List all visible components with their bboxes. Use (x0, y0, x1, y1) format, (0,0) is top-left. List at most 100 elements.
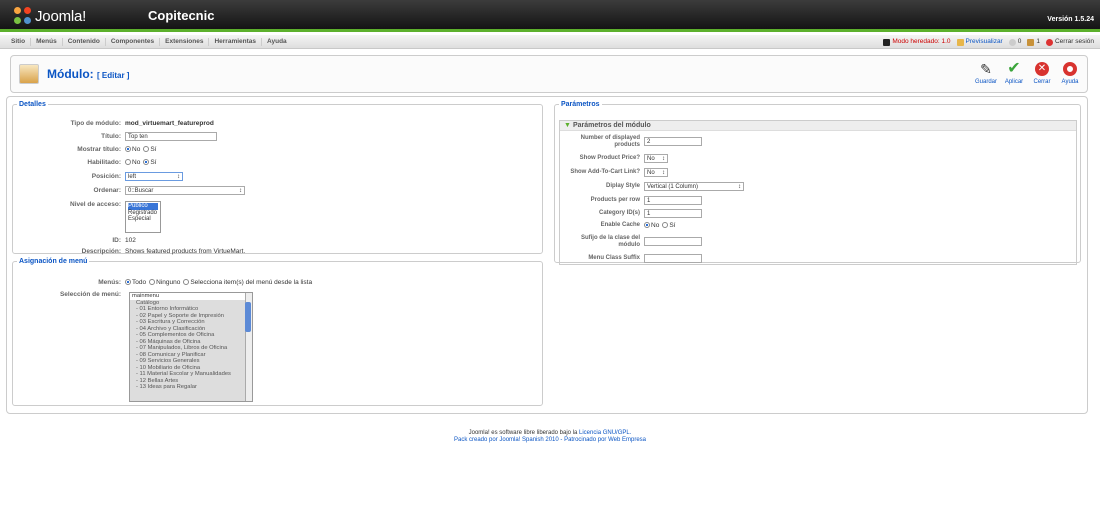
display-style-label: Diplay Style (605, 183, 640, 190)
page-subtitle: [ Editar ] (97, 71, 130, 80)
show-cart-select[interactable]: No (644, 168, 668, 177)
menus-all-radio[interactable] (125, 279, 131, 286)
parameters-fieldset: Parámetros ▼ Parámetros del módulo Number… (554, 101, 1081, 265)
module-icon (19, 64, 39, 84)
module-type-label: Tipo de módulo: (70, 120, 121, 127)
preview-icon (956, 38, 964, 46)
enable-cache-label: Enable Cache (600, 222, 640, 229)
save-icon: ✎ (980, 61, 992, 77)
menu-contenido[interactable]: Contenido (63, 38, 106, 46)
access-option[interactable]: Especial (128, 216, 158, 223)
cache-yes-radio[interactable] (662, 222, 669, 229)
menu-ayuda[interactable]: Ayuda (262, 38, 292, 46)
menu-herramientas[interactable]: Herramientas (209, 38, 263, 46)
category-ids-input[interactable]: 1 (644, 209, 702, 218)
collapse-arrow-icon: ▼ (564, 122, 571, 129)
show-price-select[interactable]: No (644, 154, 668, 163)
module-class-suffix-label: Sufijo de la clase del módulo (580, 235, 640, 248)
users-count[interactable]: 1 (1036, 38, 1040, 46)
apply-button[interactable]: ✔ Aplicar (1001, 60, 1027, 86)
menu-assignment-fieldset: Asignación de menú Menús: Todo Ninguno Sele… (12, 258, 543, 406)
module-type-value: mod_virtuemart_featureprod (125, 120, 214, 127)
page-title: Módulo: [ Editar ] (47, 67, 130, 81)
footer-license-text: Joomla! es software libre liberado bajo … (468, 430, 580, 436)
list-scrollbar[interactable] (245, 293, 252, 401)
close-button[interactable]: ✕ Cerrar (1029, 61, 1055, 85)
menu-menus[interactable]: Menús (31, 38, 63, 46)
menus-none-label: Ninguno (156, 279, 181, 286)
show-price-label: Show Product Price? (579, 155, 640, 162)
header: Joomla! Copitecnic Versión 1.5.24 (0, 0, 1100, 32)
legacy-mode-icon (883, 38, 891, 46)
lifebuoy-icon (1061, 61, 1079, 77)
description-label: Descripción: (81, 248, 121, 255)
footer: Joomla! es software libre liberado bajo … (0, 430, 1100, 444)
menus-none-radio[interactable] (149, 279, 156, 286)
cache-yes-label: Sí (669, 222, 676, 229)
products-per-row-label: Products per row (590, 197, 640, 204)
messages-count[interactable]: 0 (1018, 38, 1022, 46)
title-input[interactable]: Top ten (125, 132, 217, 141)
module-class-suffix-input[interactable] (644, 237, 702, 246)
details-fieldset: Detalles Tipo de módulo: mod_virtuemart_f… (12, 101, 543, 255)
title-toolbar: Módulo: [ Editar ] ✎ Guardar ✔ Aplicar ✕ Ce… (10, 55, 1088, 93)
menu-selection-label: Selección de menú: (59, 291, 121, 298)
title-label: Título: (101, 133, 121, 140)
position-select[interactable]: left (125, 172, 183, 181)
logout-link[interactable]: Cerrar sesión (1055, 38, 1094, 46)
preview-link[interactable]: Previsualizar (966, 38, 1003, 46)
joomla-wordmark: Joomla! (35, 7, 87, 25)
menus-all-label: Todo (132, 279, 147, 286)
logout-icon (1045, 38, 1053, 46)
close-icon: ✕ (1033, 61, 1051, 77)
cache-no-label: No (651, 222, 660, 229)
num-products-input[interactable]: 2 (644, 137, 702, 146)
order-select[interactable]: 0::Buscar (125, 186, 245, 195)
enabled-label: Habilitado: (87, 159, 121, 166)
menus-select-label: Selecciona item(s) del menú desde la lis… (190, 279, 313, 286)
enabled-no-radio[interactable] (125, 159, 131, 166)
menus-label: Menús: (98, 279, 121, 286)
messages-icon (1008, 38, 1016, 46)
legacy-mode-label: Modo heredado: 1.0 (892, 38, 951, 45)
order-label: Ordenar: (93, 187, 121, 194)
id-label: ID: (112, 237, 121, 244)
module-parameters-header[interactable]: ▼ Parámetros del módulo (560, 121, 1076, 131)
show-title-yes-label: Sí (150, 146, 157, 153)
list-item[interactable]: - 13 Ideas para Regalar (130, 384, 252, 391)
joomla-logo-icon (14, 7, 32, 25)
enabled-yes-label: Sí (150, 159, 157, 166)
access-option[interactable]: Registrado (128, 210, 158, 217)
menu-class-suffix-input[interactable] (644, 254, 702, 263)
enabled-no-label: No (132, 159, 141, 166)
show-cart-label: Show Add-To-Cart Link? (570, 169, 640, 176)
show-title-yes-radio[interactable] (143, 146, 150, 153)
access-option[interactable]: Público (128, 203, 158, 210)
menu-componentes[interactable]: Componentes (106, 38, 161, 46)
help-button[interactable]: Ayuda (1057, 61, 1083, 85)
show-title-no-radio[interactable] (125, 146, 131, 153)
menu-selection-list[interactable]: mainmenu Catálogo - 01 Entorno Informáti… (129, 292, 253, 402)
position-label: Posición: (91, 173, 121, 180)
show-title-no-label: No (132, 146, 141, 153)
checkmark-icon: ✔ (1007, 60, 1021, 77)
access-level-list[interactable]: Público Registrado Especial (125, 201, 161, 233)
menu-sitio[interactable]: Sitio (6, 38, 32, 46)
site-name: Copitecnic (148, 8, 215, 23)
description-value: Shows featured products from VirtueMart. (125, 248, 246, 255)
save-button[interactable]: ✎ Guardar (973, 61, 999, 85)
main-menu-bar: Sitio Menús Contenido Componentes Extens… (0, 35, 1100, 49)
footer-credits[interactable]: Pack creado por Joomla! Spanish 2010 - P… (454, 437, 646, 443)
products-per-row-input[interactable]: 1 (644, 196, 702, 205)
menus-select-radio[interactable] (183, 279, 190, 286)
scrollbar-thumb[interactable] (245, 302, 251, 332)
details-legend: Detalles (19, 101, 46, 108)
enabled-yes-radio[interactable] (143, 159, 150, 166)
menu-class-suffix-label: Menu Class Suffix (588, 255, 640, 262)
joomla-logo: Joomla! (14, 6, 86, 26)
menu-extensiones[interactable]: Extensiones (160, 38, 210, 46)
cache-no-radio[interactable] (644, 222, 650, 229)
category-ids-label: Category ID(s) (598, 210, 640, 217)
display-style-select[interactable]: Vertical (1 Column) (644, 182, 744, 191)
license-link[interactable]: Licencia GNU/GPL. (579, 430, 631, 436)
